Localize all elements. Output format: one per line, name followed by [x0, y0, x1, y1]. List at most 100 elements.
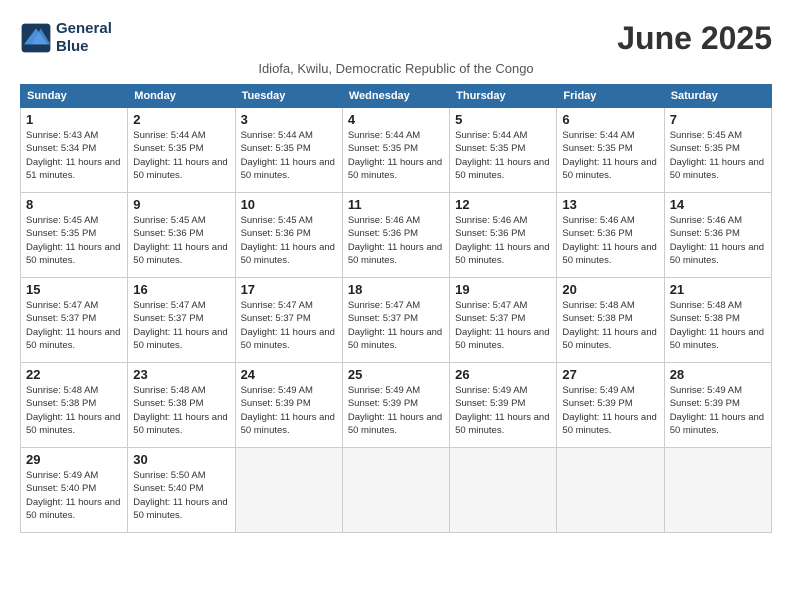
- calendar-cell: 2 Sunrise: 5:44 AMSunset: 5:35 PMDaylight…: [128, 108, 235, 193]
- calendar-cell: 1 Sunrise: 5:43 AMSunset: 5:34 PMDaylight…: [21, 108, 128, 193]
- calendar-cell: 22 Sunrise: 5:48 AMSunset: 5:38 PMDayligh…: [21, 363, 128, 448]
- day-info: Sunrise: 5:44 AMSunset: 5:35 PMDaylight:…: [133, 129, 229, 182]
- logo-icon: [20, 22, 52, 54]
- logo-text: GeneralBlue: [56, 20, 112, 56]
- calendar-cell: 27Sunrise: 5:49 AMSunset: 5:39 PMDayligh…: [557, 363, 664, 448]
- day-number: 19: [455, 282, 551, 297]
- calendar-cell: 19Sunrise: 5:47 AMSunset: 5:37 PMDayligh…: [450, 278, 557, 363]
- day-number: 21: [670, 282, 766, 297]
- calendar-cell: [450, 448, 557, 533]
- day-info: Sunrise: 5:46 AMSunset: 5:36 PMDaylight:…: [348, 214, 444, 267]
- day-number: 11: [348, 197, 444, 212]
- day-number: 27: [562, 367, 658, 382]
- day-number: 3: [241, 112, 337, 127]
- day-info: Sunrise: 5:43 AMSunset: 5:34 PMDaylight:…: [26, 129, 122, 182]
- calendar-cell: 20 Sunrise: 5:48 AMSunset: 5:38 PMDayligh…: [557, 278, 664, 363]
- day-number: 20: [562, 282, 658, 297]
- day-info: Sunrise: 5:45 AMSunset: 5:35 PMDaylight:…: [26, 214, 122, 267]
- day-info: Sunrise: 5:46 AMSunset: 5:36 PMDaylight:…: [562, 214, 658, 267]
- calendar-week-5: 29 Sunrise: 5:49 AMSunset: 5:40 PMDayligh…: [21, 448, 772, 533]
- day-info: Sunrise: 5:46 AMSunset: 5:36 PMDaylight:…: [455, 214, 551, 267]
- calendar-cell: 11 Sunrise: 5:46 AMSunset: 5:36 PMDayligh…: [342, 193, 449, 278]
- calendar-week-1: 1 Sunrise: 5:43 AMSunset: 5:34 PMDaylight…: [21, 108, 772, 193]
- calendar-cell: 6 Sunrise: 5:44 AMSunset: 5:35 PMDaylight…: [557, 108, 664, 193]
- calendar-cell: 29 Sunrise: 5:49 AMSunset: 5:40 PMDayligh…: [21, 448, 128, 533]
- day-info: Sunrise: 5:48 AMSunset: 5:38 PMDaylight:…: [133, 384, 229, 437]
- day-number: 12: [455, 197, 551, 212]
- calendar-cell: [342, 448, 449, 533]
- day-number: 24: [241, 367, 337, 382]
- day-number: 10: [241, 197, 337, 212]
- calendar-cell: 18 Sunrise: 5:47 AMSunset: 5:37 PMDayligh…: [342, 278, 449, 363]
- calendar-week-2: 8 Sunrise: 5:45 AMSunset: 5:35 PMDaylight…: [21, 193, 772, 278]
- day-number: 22: [26, 367, 122, 382]
- day-number: 5: [455, 112, 551, 127]
- calendar-cell: 14 Sunrise: 5:46 AMSunset: 5:36 PMDayligh…: [664, 193, 771, 278]
- calendar-cell: 5 Sunrise: 5:44 AMSunset: 5:35 PMDaylight…: [450, 108, 557, 193]
- calendar-cell: 3 Sunrise: 5:44 AMSunset: 5:35 PMDaylight…: [235, 108, 342, 193]
- calendar-cell: 21 Sunrise: 5:48 AMSunset: 5:38 PMDayligh…: [664, 278, 771, 363]
- day-number: 15: [26, 282, 122, 297]
- day-info: Sunrise: 5:46 AMSunset: 5:36 PMDaylight:…: [670, 214, 766, 267]
- month-title: June 2025: [617, 20, 772, 57]
- day-number: 8: [26, 197, 122, 212]
- day-number: 9: [133, 197, 229, 212]
- day-info: Sunrise: 5:49 AMSunset: 5:40 PMDaylight:…: [26, 469, 122, 522]
- calendar-cell: 10Sunrise: 5:45 AMSunset: 5:36 PMDayligh…: [235, 193, 342, 278]
- day-number: 6: [562, 112, 658, 127]
- day-info: Sunrise: 5:47 AMSunset: 5:37 PMDaylight:…: [241, 299, 337, 352]
- day-info: Sunrise: 5:44 AMSunset: 5:35 PMDaylight:…: [241, 129, 337, 182]
- day-info: Sunrise: 5:45 AMSunset: 5:36 PMDaylight:…: [133, 214, 229, 267]
- day-number: 26: [455, 367, 551, 382]
- calendar-cell: 8 Sunrise: 5:45 AMSunset: 5:35 PMDaylight…: [21, 193, 128, 278]
- day-info: Sunrise: 5:50 AMSunset: 5:40 PMDaylight:…: [133, 469, 229, 522]
- day-number: 4: [348, 112, 444, 127]
- calendar-header-thursday: Thursday: [450, 85, 557, 108]
- calendar-header-monday: Monday: [128, 85, 235, 108]
- day-number: 23: [133, 367, 229, 382]
- calendar-cell: 4Sunrise: 5:44 AMSunset: 5:35 PMDaylight…: [342, 108, 449, 193]
- day-number: 17: [241, 282, 337, 297]
- calendar-cell: 7 Sunrise: 5:45 AMSunset: 5:35 PMDaylight…: [664, 108, 771, 193]
- day-number: 1: [26, 112, 122, 127]
- calendar-cell: [664, 448, 771, 533]
- calendar-cell: 23 Sunrise: 5:48 AMSunset: 5:38 PMDayligh…: [128, 363, 235, 448]
- calendar-cell: 24 Sunrise: 5:49 AMSunset: 5:39 PMDayligh…: [235, 363, 342, 448]
- day-info: Sunrise: 5:49 AMSunset: 5:39 PMDaylight:…: [241, 384, 337, 437]
- calendar-header-sunday: Sunday: [21, 85, 128, 108]
- day-info: Sunrise: 5:49 AMSunset: 5:39 PMDaylight:…: [455, 384, 551, 437]
- day-number: 2: [133, 112, 229, 127]
- calendar-header-tuesday: Tuesday: [235, 85, 342, 108]
- day-info: Sunrise: 5:48 AMSunset: 5:38 PMDaylight:…: [670, 299, 766, 352]
- day-number: 16: [133, 282, 229, 297]
- calendar-week-4: 22 Sunrise: 5:48 AMSunset: 5:38 PMDayligh…: [21, 363, 772, 448]
- calendar-header-saturday: Saturday: [664, 85, 771, 108]
- day-info: Sunrise: 5:47 AMSunset: 5:37 PMDaylight:…: [348, 299, 444, 352]
- calendar-cell: 9 Sunrise: 5:45 AMSunset: 5:36 PMDaylight…: [128, 193, 235, 278]
- calendar-cell: 25 Sunrise: 5:49 AMSunset: 5:39 PMDayligh…: [342, 363, 449, 448]
- day-info: Sunrise: 5:45 AMSunset: 5:35 PMDaylight:…: [670, 129, 766, 182]
- day-number: 7: [670, 112, 766, 127]
- day-info: Sunrise: 5:44 AMSunset: 5:35 PMDaylight:…: [455, 129, 551, 182]
- day-info: Sunrise: 5:49 AMSunset: 5:39 PMDaylight:…: [348, 384, 444, 437]
- day-number: 14: [670, 197, 766, 212]
- day-number: 18: [348, 282, 444, 297]
- calendar-header-friday: Friday: [557, 85, 664, 108]
- title-area: June 2025: [617, 20, 772, 57]
- calendar-cell: 12 Sunrise: 5:46 AMSunset: 5:36 PMDayligh…: [450, 193, 557, 278]
- calendar-cell: 30Sunrise: 5:50 AMSunset: 5:40 PMDayligh…: [128, 448, 235, 533]
- day-info: Sunrise: 5:44 AMSunset: 5:35 PMDaylight:…: [562, 129, 658, 182]
- day-info: Sunrise: 5:48 AMSunset: 5:38 PMDaylight:…: [562, 299, 658, 352]
- day-info: Sunrise: 5:48 AMSunset: 5:38 PMDaylight:…: [26, 384, 122, 437]
- calendar-week-3: 15 Sunrise: 5:47 AMSunset: 5:37 PMDayligh…: [21, 278, 772, 363]
- day-info: Sunrise: 5:49 AMSunset: 5:39 PMDaylight:…: [670, 384, 766, 437]
- header: GeneralBlue June 2025: [20, 20, 772, 57]
- calendar-header-row: SundayMondayTuesdayWednesdayThursdayFrid…: [21, 85, 772, 108]
- day-number: 29: [26, 452, 122, 467]
- calendar-cell: 16Sunrise: 5:47 AMSunset: 5:37 PMDayligh…: [128, 278, 235, 363]
- calendar-cell: 15Sunrise: 5:47 AMSunset: 5:37 PMDayligh…: [21, 278, 128, 363]
- logo: GeneralBlue: [20, 20, 112, 56]
- calendar-header-wednesday: Wednesday: [342, 85, 449, 108]
- day-number: 25: [348, 367, 444, 382]
- day-number: 28: [670, 367, 766, 382]
